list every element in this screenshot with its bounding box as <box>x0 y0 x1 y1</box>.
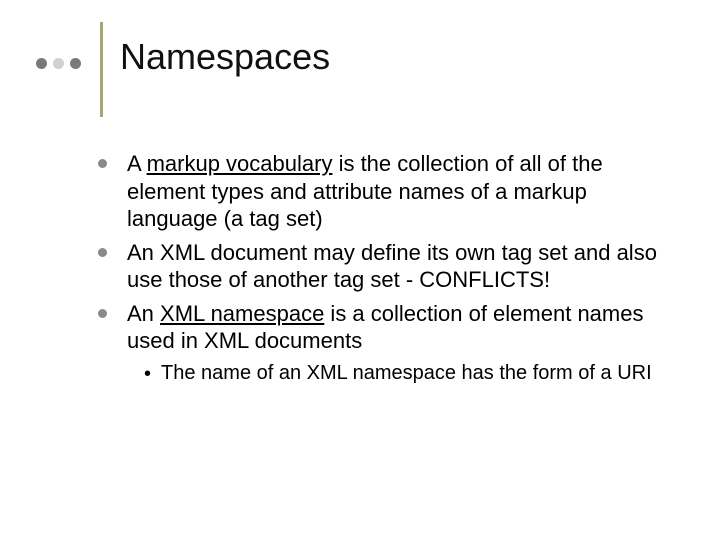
underlined-term: XML namespace <box>160 301 324 326</box>
text-pre: An <box>127 301 160 326</box>
slide: Namespaces A markup vocabulary is the co… <box>0 0 720 540</box>
text-pre: An XML document may define its own tag s… <box>127 240 657 293</box>
sub-bullet-text: The name of an XML namespace has the for… <box>161 361 652 386</box>
bullet-text: An XML namespace is a collection of elem… <box>127 300 660 355</box>
bullet-text: A markup vocabulary is the collection of… <box>127 150 660 233</box>
list-item: A markup vocabulary is the collection of… <box>100 150 660 233</box>
sub-list: • The name of an XML namespace has the f… <box>144 361 660 386</box>
sub-bullet-icon: • <box>144 363 151 386</box>
page-title: Namespaces <box>120 36 330 78</box>
dot-icon <box>53 58 64 69</box>
bullet-text: An XML document may define its own tag s… <box>127 239 660 294</box>
decorative-dots <box>36 58 81 69</box>
text-pre: A <box>127 151 147 176</box>
list-item: An XML namespace is a collection of elem… <box>100 300 660 355</box>
bullet-icon <box>98 309 107 318</box>
dot-icon <box>36 58 47 69</box>
sub-list-item: • The name of an XML namespace has the f… <box>144 361 660 386</box>
content-area: A markup vocabulary is the collection of… <box>100 150 660 386</box>
vertical-accent-bar <box>100 22 103 117</box>
underlined-term: markup vocabulary <box>147 151 333 176</box>
bullet-icon <box>98 248 107 257</box>
dot-icon <box>70 58 81 69</box>
bullet-icon <box>98 159 107 168</box>
list-item: An XML document may define its own tag s… <box>100 239 660 294</box>
